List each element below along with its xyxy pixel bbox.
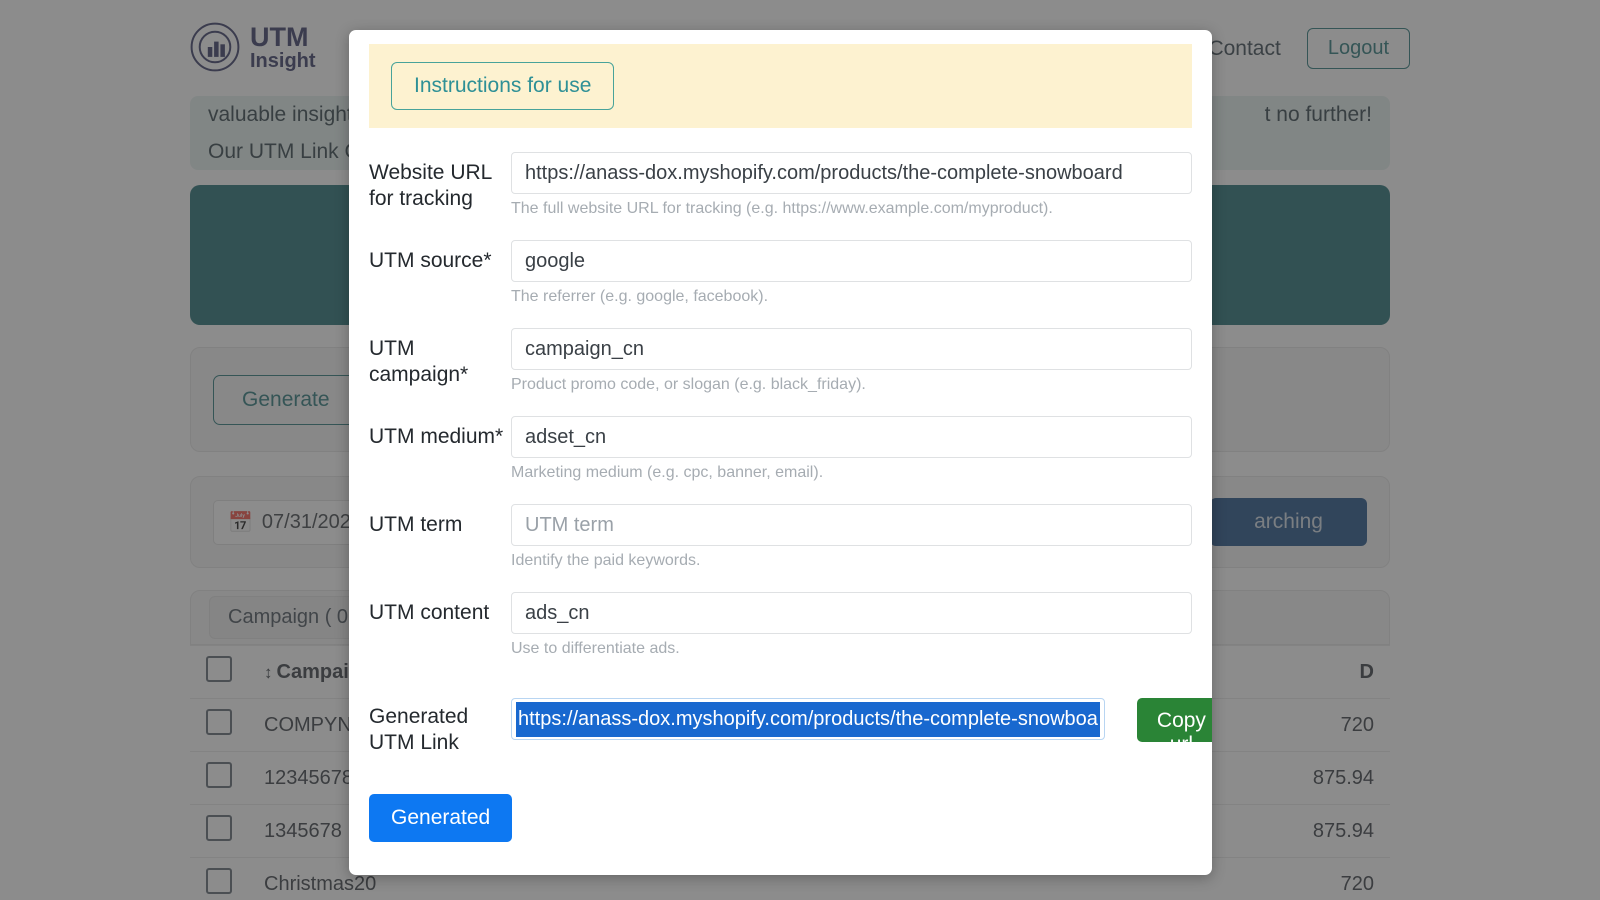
utm-campaign-hint: Product promo code, or slogan (e.g. blac… [511, 376, 866, 393]
screen-root: UTM Insight Contact Logout valuable insi… [0, 0, 1600, 900]
website-url-input[interactable] [511, 152, 1192, 194]
form-row-utm-content: UTM content Use to differentiate ads. [369, 592, 1192, 658]
utm-campaign-input[interactable] [511, 328, 1192, 370]
utm-medium-label: UTM medium* [369, 425, 504, 448]
copy-url-button[interactable]: Copy url [1136, 698, 1212, 756]
instructions-for-use-button[interactable]: Instructions for use [391, 62, 615, 110]
form-row-utm-medium: UTM medium* Marketing medium (e.g. cpc, b… [369, 416, 1192, 482]
utm-source-label: UTM source* [369, 249, 492, 272]
utm-campaign-field: Product promo code, or slogan (e.g. blac… [511, 328, 1192, 394]
utm-source-hint: The referrer (e.g. google, facebook). [511, 288, 769, 305]
utm-term-hint: Identify the paid keywords. [511, 552, 701, 569]
generated-link-row: Generated UTM Link https://anass-dox.mys… [369, 698, 1212, 756]
modal-form: Website URL for tracking The full website… [349, 152, 1212, 842]
utm-content-hint: Use to differentiate ads. [511, 640, 680, 657]
instructions-banner: Instructions for use [369, 44, 1192, 128]
utm-content-input[interactable] [511, 592, 1192, 634]
utm-campaign-label: UTM campaign* [369, 337, 469, 386]
generate-action-row: Generated [369, 756, 1192, 842]
utm-term-field: Identify the paid keywords. [511, 504, 1192, 570]
generated-submit-button[interactable]: Generated [369, 794, 513, 842]
utm-source-field: The referrer (e.g. google, facebook). [511, 240, 1192, 306]
utm-term-label: UTM term [369, 513, 463, 536]
utm-medium-field: Marketing medium (e.g. cpc, banner, emai… [511, 416, 1192, 482]
website-url-label: Website URL for tracking [369, 161, 492, 210]
utm-medium-input[interactable] [511, 416, 1192, 458]
generated-link-input[interactable]: https://anass-dox.myshopify.com/products… [511, 698, 1105, 740]
utm-generator-modal: Instructions for use Website URL for tra… [349, 30, 1212, 875]
form-row-utm-campaign: UTM campaign* Product promo code, or slog… [369, 328, 1192, 394]
website-url-field: The full website URL for tracking (e.g. … [511, 152, 1192, 218]
form-row-utm-source: UTM source* The referrer (e.g. google, fa… [369, 240, 1192, 306]
utm-medium-hint: Marketing medium (e.g. cpc, banner, emai… [511, 464, 824, 481]
utm-term-input[interactable] [511, 504, 1192, 546]
utm-source-input[interactable] [511, 240, 1192, 282]
generated-link-label: Generated UTM Link [369, 705, 469, 754]
website-url-hint: The full website URL for tracking (e.g. … [511, 200, 1053, 217]
utm-content-label: UTM content [369, 601, 490, 624]
generated-link-value: https://anass-dox.myshopify.com/products… [516, 701, 1100, 737]
utm-content-field: Use to differentiate ads. [511, 592, 1192, 658]
form-row-website-url: Website URL for tracking The full website… [369, 152, 1192, 218]
generated-link-field-wrap: https://anass-dox.myshopify.com/products… [511, 698, 1105, 740]
form-row-utm-term: UTM term Identify the paid keywords. [369, 504, 1192, 570]
